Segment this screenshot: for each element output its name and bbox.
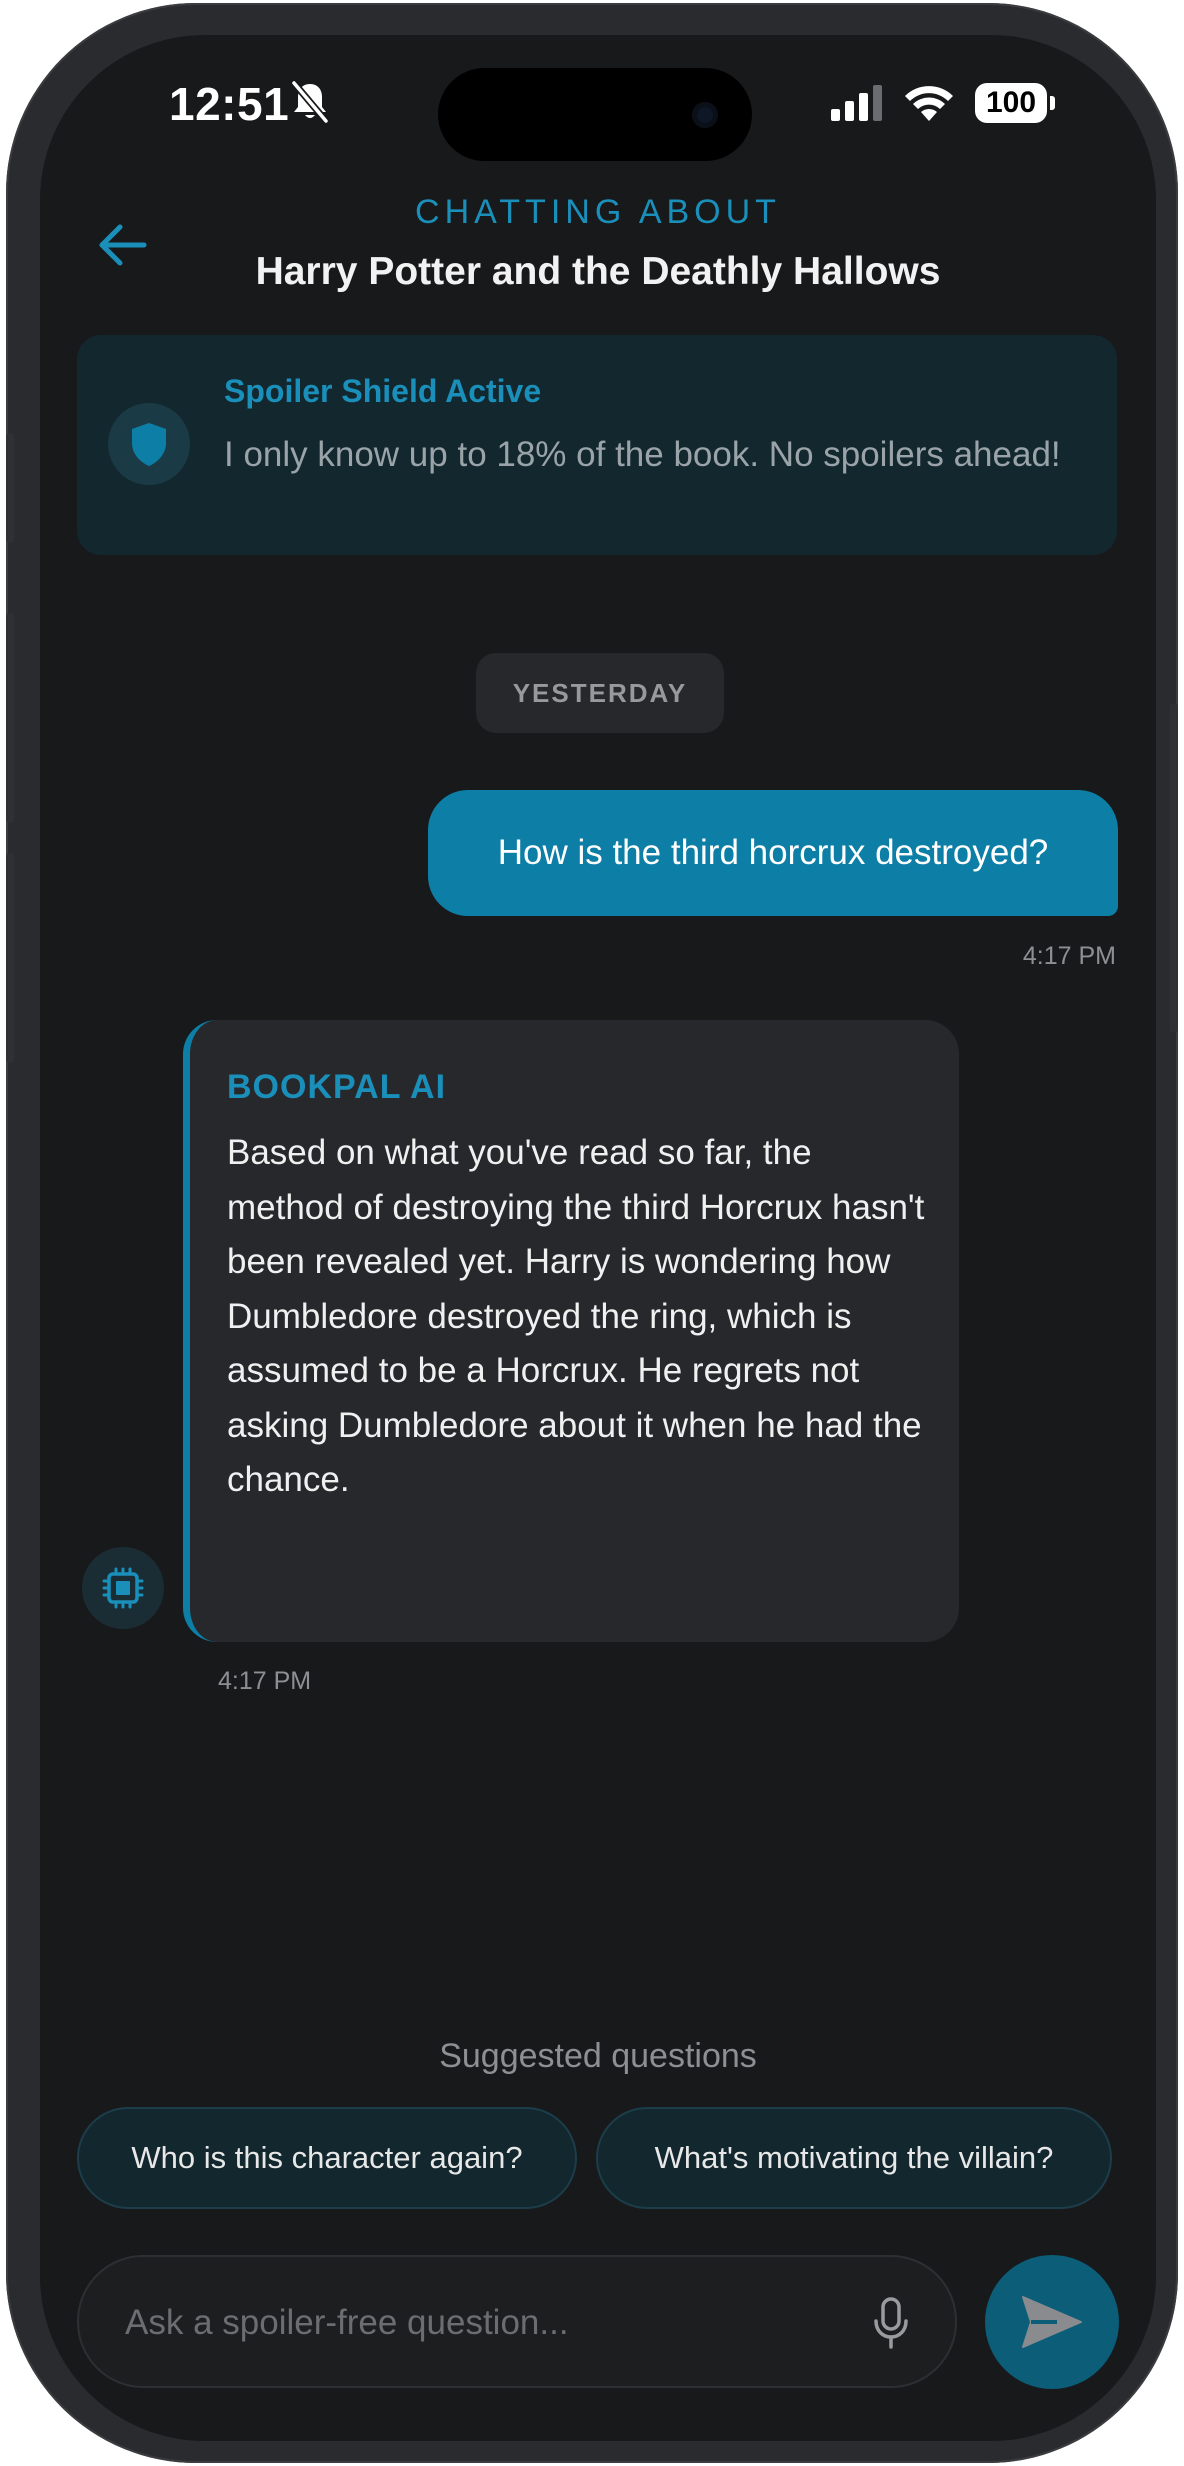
header-eyebrow: CHATTING ABOUT xyxy=(415,193,781,231)
volume-down-button xyxy=(6,853,14,1063)
suggested-questions-label: Suggested questions xyxy=(439,2037,757,2075)
shield-icon-badge xyxy=(108,403,190,485)
cellular-signal-icon xyxy=(831,85,882,121)
assistant-name: BOOKPAL AI xyxy=(227,1068,447,1106)
chip-icon xyxy=(102,1567,144,1609)
status-time: 12:51 xyxy=(169,78,290,130)
assistant-message-time: 4:17 PM xyxy=(218,1667,312,1695)
action-button xyxy=(6,433,14,543)
shield-icon xyxy=(132,423,166,466)
wifi-icon xyxy=(905,86,953,121)
user-message-time: 4:17 PM xyxy=(1022,942,1116,970)
power-button xyxy=(1170,703,1178,1033)
question-input[interactable] xyxy=(123,2257,827,2388)
send-icon xyxy=(1022,2296,1082,2348)
assistant-message-text: Based on what you've read so far, the me… xyxy=(227,1133,925,1499)
suggestion-chip-label: Who is this character again? xyxy=(131,2140,523,2175)
camera-icon xyxy=(692,102,718,128)
suggestion-chip[interactable]: What's motivating the villain? xyxy=(596,2107,1112,2209)
suggestion-chip[interactable]: Who is this character again? xyxy=(77,2107,577,2209)
app-screen: 12:51 100 CHATTING ABOUT Harry Potter an… xyxy=(40,35,1156,2441)
date-divider: YESTERDAY xyxy=(476,653,724,733)
spoiler-shield-text: I only know up to 18% of the book. No sp… xyxy=(224,435,1061,474)
bell-slash-icon xyxy=(291,81,329,123)
composer xyxy=(77,2255,957,2388)
battery-icon: 100 xyxy=(975,83,1055,123)
microphone-icon[interactable] xyxy=(871,2297,911,2349)
user-message-text: How is the third horcrux destroyed? xyxy=(497,833,1049,872)
phone-frame: 12:51 100 CHATTING ABOUT Harry Potter an… xyxy=(6,3,1178,2463)
send-button[interactable] xyxy=(985,2255,1119,2389)
spoiler-shield-banner: Spoiler Shield Active I only know up to … xyxy=(77,335,1117,555)
assistant-avatar xyxy=(82,1547,164,1629)
assistant-message-bubble: BOOKPAL AI Based on what you've read so … xyxy=(183,1020,959,1642)
volume-up-button xyxy=(6,613,14,823)
dynamic-island xyxy=(438,68,752,161)
spoiler-shield-title: Spoiler Shield Active xyxy=(224,373,542,409)
book-title: Harry Potter and the Deathly Hallows xyxy=(255,250,941,293)
battery-level: 100 xyxy=(975,83,1047,123)
user-message-bubble: How is the third horcrux destroyed? xyxy=(428,790,1118,916)
suggestion-chip-label: What's motivating the villain? xyxy=(654,2140,1054,2175)
